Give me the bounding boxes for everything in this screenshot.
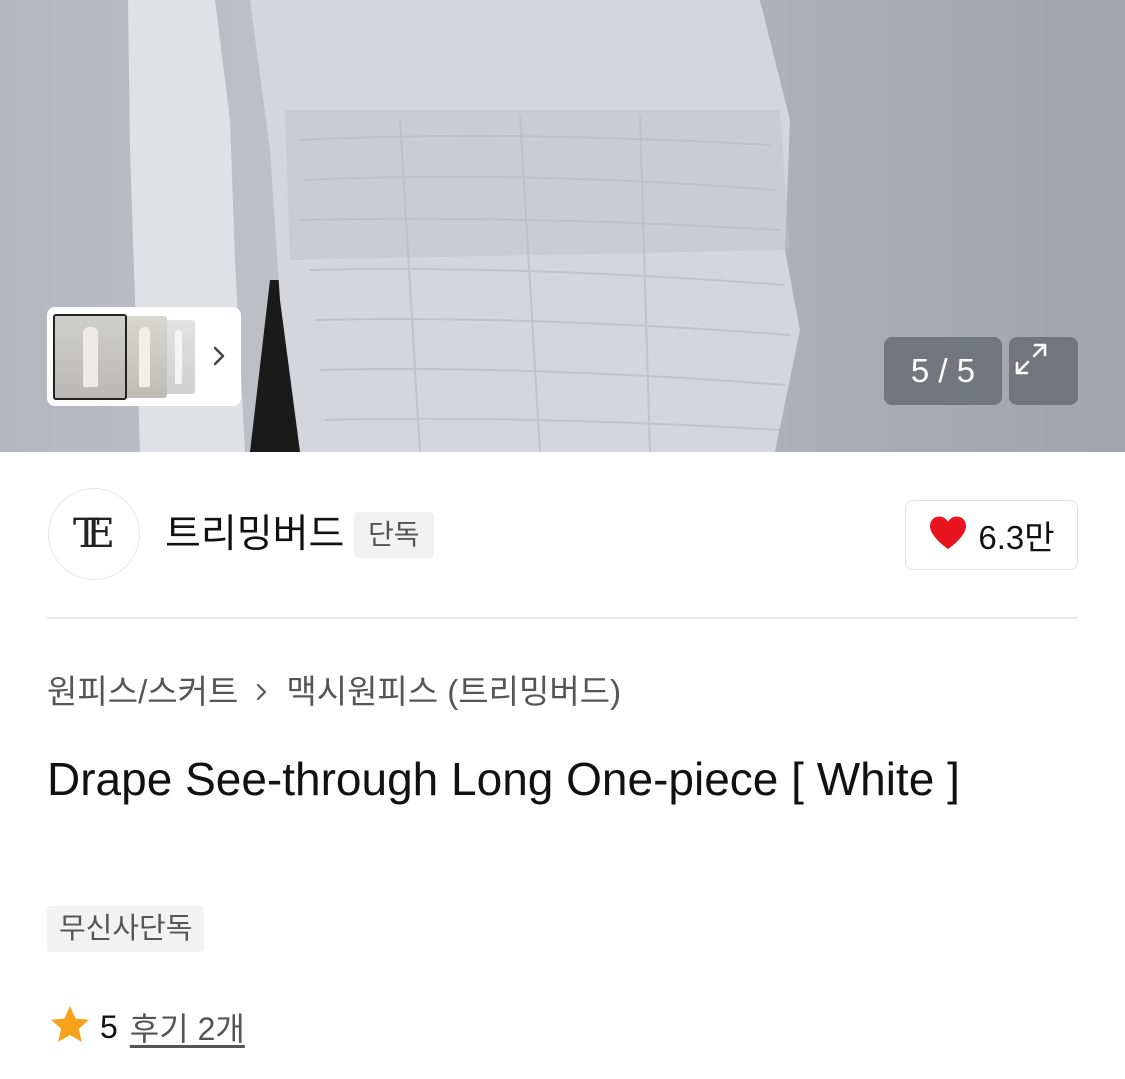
exclusive-badge: 단독: [354, 512, 434, 558]
like-count: 6.3만: [978, 519, 1055, 556]
like-button[interactable]: 6.3만: [905, 500, 1078, 570]
product-image[interactable]: 5 / 5: [0, 0, 1125, 452]
rating-row: 5 후기 2개: [48, 1005, 245, 1049]
exclusive-tag: 무신사단독: [47, 906, 205, 952]
chevron-right-icon: [252, 680, 272, 704]
thumbnail-strip[interactable]: [47, 307, 241, 406]
product-title: Drape See-through Long One-piece [ White…: [47, 753, 960, 805]
expand-button[interactable]: [1009, 337, 1078, 405]
breadcrumb-subcategory[interactable]: 맥시원피스 (트리밍버드): [286, 670, 621, 714]
breadcrumb: 원피스/스커트 맥시원피스 (트리밍버드): [47, 670, 621, 714]
divider: [47, 617, 1078, 619]
brand-logo[interactable]: TE: [48, 488, 140, 580]
thumbnail-2[interactable]: [121, 316, 167, 398]
thumbnail-1[interactable]: [53, 314, 127, 400]
star-icon: [48, 1004, 92, 1051]
rating-score: 5: [100, 1008, 118, 1045]
chevron-right-icon[interactable]: [205, 342, 233, 370]
breadcrumb-category[interactable]: 원피스/스커트: [47, 670, 238, 714]
image-counter: 5 / 5: [884, 337, 1002, 405]
review-link[interactable]: 후기 2개: [130, 1004, 245, 1050]
brand-name[interactable]: 트리밍버드: [165, 510, 344, 560]
heart-icon: [928, 515, 968, 556]
